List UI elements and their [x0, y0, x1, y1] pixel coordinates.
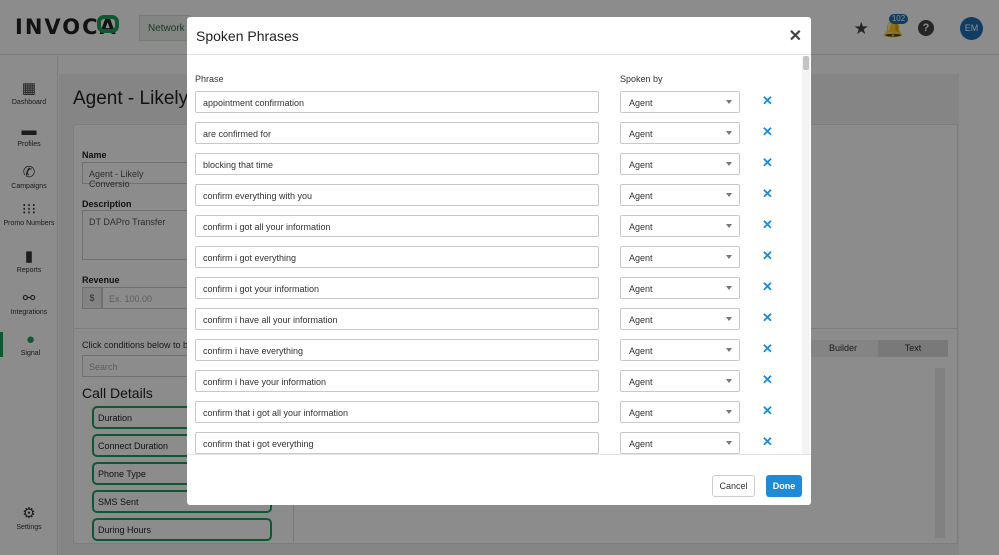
chevron-down-icon: [726, 348, 732, 352]
modal-title: Spoken Phrases: [196, 28, 299, 44]
remove-row-icon[interactable]: ✕: [762, 279, 773, 295]
scrollbar-thumb[interactable]: [803, 56, 809, 70]
phrase-row: confirm i got all your information Agent…: [187, 215, 811, 246]
phrase-row: confirm that i got everything Agent ✕: [187, 432, 811, 454]
remove-row-icon[interactable]: ✕: [762, 403, 773, 419]
chevron-down-icon: [726, 286, 732, 290]
phrase-input[interactable]: blocking that time: [195, 153, 599, 175]
spoken-by-value: Agent: [629, 346, 653, 356]
phrase-row: confirm i have your information Agent ✕: [187, 370, 811, 401]
phrase-input[interactable]: appointment confirmation: [195, 91, 599, 113]
spoken-by-select[interactable]: Agent: [620, 184, 740, 206]
remove-row-icon[interactable]: ✕: [762, 248, 773, 264]
chevron-down-icon: [726, 379, 732, 383]
spoken-phrases-modal: Spoken Phrases ✕ Phrase Spoken by appoin…: [187, 17, 811, 505]
spoken-by-column-header: Spoken by: [620, 74, 663, 84]
phrase-input[interactable]: confirm that i got all your information: [195, 401, 599, 423]
phrase-row: blocking that time Agent ✕: [187, 153, 811, 184]
spoken-by-value: Agent: [629, 284, 653, 294]
phrase-row: appointment confirmation Agent ✕: [187, 91, 811, 122]
phrase-input[interactable]: confirm i got all your information: [195, 215, 599, 237]
spoken-by-value: Agent: [629, 98, 653, 108]
phrase-row: confirm everything with you Agent ✕: [187, 184, 811, 215]
remove-row-icon[interactable]: ✕: [762, 186, 773, 202]
spoken-by-select[interactable]: Agent: [620, 215, 740, 237]
remove-row-icon[interactable]: ✕: [762, 93, 773, 109]
spoken-by-select[interactable]: Agent: [620, 91, 740, 113]
spoken-by-select[interactable]: Agent: [620, 339, 740, 361]
chevron-down-icon: [726, 131, 732, 135]
remove-row-icon[interactable]: ✕: [762, 310, 773, 326]
spoken-by-value: Agent: [629, 129, 653, 139]
spoken-by-value: Agent: [629, 377, 653, 387]
spoken-by-value: Agent: [629, 408, 653, 418]
spoken-by-value: Agent: [629, 191, 653, 201]
spoken-by-value: Agent: [629, 439, 653, 449]
remove-row-icon[interactable]: ✕: [762, 372, 773, 388]
modal-header: Spoken Phrases ✕: [187, 17, 811, 55]
spoken-by-select[interactable]: Agent: [620, 401, 740, 423]
chevron-down-icon: [726, 224, 732, 228]
modal-body: Phrase Spoken by appointment confirmatio…: [187, 56, 811, 454]
remove-row-icon[interactable]: ✕: [762, 341, 773, 357]
chevron-down-icon: [726, 317, 732, 321]
spoken-by-value: Agent: [629, 315, 653, 325]
phrase-input[interactable]: confirm everything with you: [195, 184, 599, 206]
remove-row-icon[interactable]: ✕: [762, 155, 773, 171]
chevron-down-icon: [726, 100, 732, 104]
phrase-input[interactable]: are confirmed for: [195, 122, 599, 144]
spoken-by-select[interactable]: Agent: [620, 246, 740, 268]
remove-row-icon[interactable]: ✕: [762, 434, 773, 450]
spoken-by-value: Agent: [629, 222, 653, 232]
remove-row-icon[interactable]: ✕: [762, 124, 773, 140]
phrase-input[interactable]: confirm i got everything: [195, 246, 599, 268]
spoken-by-select[interactable]: Agent: [620, 370, 740, 392]
modal-scrollbar[interactable]: [802, 56, 810, 454]
phrase-input[interactable]: confirm i got your information: [195, 277, 599, 299]
done-button[interactable]: Done: [766, 475, 802, 497]
chevron-down-icon: [726, 410, 732, 414]
phrase-input[interactable]: confirm that i got everything: [195, 432, 599, 454]
phrase-row: are confirmed for Agent ✕: [187, 122, 811, 153]
remove-row-icon[interactable]: ✕: [762, 217, 773, 233]
chevron-down-icon: [726, 193, 732, 197]
spoken-by-select[interactable]: Agent: [620, 432, 740, 454]
spoken-by-value: Agent: [629, 253, 653, 263]
phrase-row: confirm i have all your information Agen…: [187, 308, 811, 339]
phrase-input[interactable]: confirm i have all your information: [195, 308, 599, 330]
spoken-by-select[interactable]: Agent: [620, 153, 740, 175]
phrase-row: confirm that i got all your information …: [187, 401, 811, 432]
chevron-down-icon: [726, 255, 732, 259]
phrase-row: confirm i have everything Agent ✕: [187, 339, 811, 370]
cancel-button[interactable]: Cancel: [712, 475, 755, 497]
phrase-row: confirm i got your information Agent ✕: [187, 277, 811, 308]
spoken-by-select[interactable]: Agent: [620, 122, 740, 144]
phrase-input[interactable]: confirm i have everything: [195, 339, 599, 361]
spoken-by-select[interactable]: Agent: [620, 277, 740, 299]
chevron-down-icon: [726, 162, 732, 166]
spoken-by-value: Agent: [629, 160, 653, 170]
phrase-column-header: Phrase: [195, 74, 224, 84]
close-icon[interactable]: ✕: [789, 26, 802, 46]
phrase-row: confirm i got everything Agent ✕: [187, 246, 811, 277]
phrase-input[interactable]: confirm i have your information: [195, 370, 599, 392]
spoken-by-select[interactable]: Agent: [620, 308, 740, 330]
chevron-down-icon: [726, 441, 732, 445]
modal-footer: Cancel Done: [187, 454, 811, 505]
